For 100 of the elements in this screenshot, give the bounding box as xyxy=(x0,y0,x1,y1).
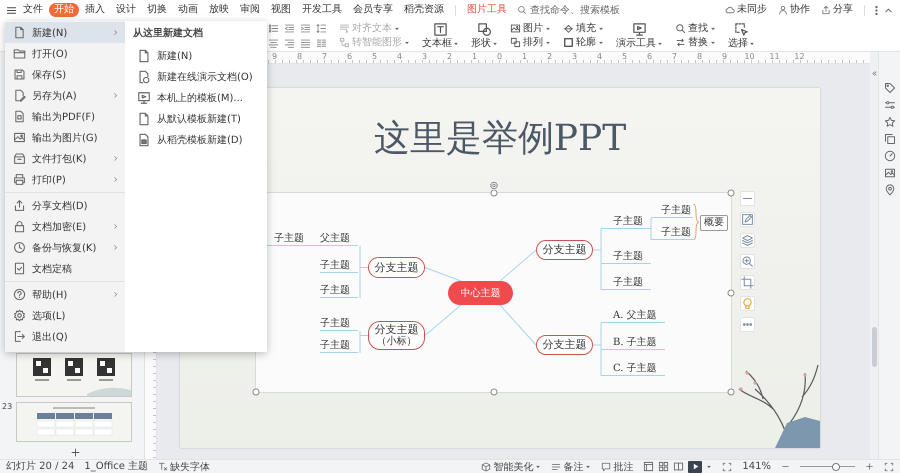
submenu-item[interactable]: 新建(N) xyxy=(125,45,267,66)
fit-window-icon[interactable] xyxy=(884,462,894,472)
menu-item[interactable]: 文件打包(K) xyxy=(5,148,125,169)
scrollbar-thumb[interactable] xyxy=(872,327,876,367)
more-icon[interactable] xyxy=(740,317,755,332)
menu-tab[interactable]: 开发工具 xyxy=(297,3,347,17)
menu-item[interactable]: 打印(P) xyxy=(5,169,125,190)
branch-topic[interactable]: 分支主题 xyxy=(536,240,593,260)
branch-topic[interactable]: 分支主题 （小标） xyxy=(368,321,425,350)
justify-icon[interactable] xyxy=(300,38,311,48)
menu-tab[interactable]: 视图 xyxy=(266,3,296,17)
ribbon-button[interactable]: 选择 xyxy=(726,22,757,50)
sliders-icon[interactable] xyxy=(884,99,896,111)
align-right-icon[interactable] xyxy=(284,38,295,48)
resize-handle[interactable] xyxy=(252,388,260,396)
comments-button[interactable]: 批注 xyxy=(601,460,634,473)
menu-tab[interactable]: 审阅 xyxy=(235,3,265,17)
menu-item[interactable]: 退出(Q) xyxy=(5,326,125,347)
menu-tab[interactable]: 文件 xyxy=(18,3,48,17)
subtopic[interactable]: 子主题 xyxy=(320,259,358,273)
subtopic[interactable]: 父主题 xyxy=(320,232,358,246)
subtopic[interactable]: 子主题 xyxy=(601,250,651,264)
menu-item[interactable]: 选项(L) xyxy=(5,305,125,326)
menu-item[interactable]: 帮助(H) xyxy=(5,284,125,305)
menu-item[interactable]: 分享文档(D) xyxy=(5,195,125,216)
align-center-icon[interactable] xyxy=(268,38,279,48)
search-field[interactable]: 查找命令、搜索模板 xyxy=(517,4,630,16)
menu-tab[interactable]: 稻壳资源 xyxy=(399,3,449,17)
toolbar-action-button[interactable]: 未同步 xyxy=(720,3,772,17)
menu-item[interactable]: 保存(S) xyxy=(5,64,125,85)
numbered-list-icon[interactable] xyxy=(268,22,279,34)
branch-topic[interactable]: 分支主题 xyxy=(536,335,593,355)
menu-tab[interactable]: 动画 xyxy=(173,3,203,17)
ribbon-button[interactable]: 图片 xyxy=(508,22,553,34)
lightbulb-icon[interactable] xyxy=(740,296,755,311)
resize-handle[interactable] xyxy=(728,289,734,296)
text-columns-icon[interactable] xyxy=(316,38,327,48)
menu-item[interactable]: 打开(O) xyxy=(5,43,125,64)
image-icon[interactable] xyxy=(884,167,896,179)
menu-tab[interactable]: 放映 xyxy=(204,3,234,17)
subtopic[interactable]: C. 子主题 xyxy=(601,362,665,376)
ribbon-button[interactable]: 轮廓 xyxy=(561,36,606,48)
play-button[interactable] xyxy=(688,460,702,472)
slide-sorter-icon[interactable] xyxy=(658,461,670,472)
menu-item[interactable]: 文档定稿 xyxy=(5,258,125,279)
resize-handle[interactable] xyxy=(728,190,734,196)
zoom-fit-icon[interactable] xyxy=(722,462,732,472)
subtopic[interactable]: 子主题 xyxy=(651,204,693,218)
collapse-panel-icon[interactable] xyxy=(870,70,878,77)
toolbar-action-button[interactable]: 分享 xyxy=(816,3,858,17)
subtopic[interactable]: 子主题 xyxy=(601,276,651,290)
menu-tab[interactable]: 插入 xyxy=(80,3,110,17)
edit-icon[interactable] xyxy=(740,212,755,227)
menu-item[interactable]: 输出为PDF(F) xyxy=(5,106,125,127)
subtopic[interactable]: A. 父主题 xyxy=(601,309,665,323)
caret-down-icon[interactable] xyxy=(706,464,712,470)
submenu-item[interactable]: 本机上的模板(M)... xyxy=(125,87,267,108)
menu-item[interactable]: 另存为(A) xyxy=(5,85,125,106)
subtopic[interactable]: 子主题 xyxy=(320,339,358,353)
star-icon[interactable] xyxy=(884,116,896,128)
subtopic[interactable]: B. 子主题 xyxy=(601,336,665,350)
reading-view-icon[interactable] xyxy=(673,461,684,472)
ribbon-button[interactable]: 排列 xyxy=(508,36,553,48)
subtopic[interactable]: 子主题 xyxy=(320,317,358,331)
menu-tab[interactable]: 设计 xyxy=(111,3,141,17)
copy-icon[interactable] xyxy=(884,133,896,145)
resize-handle[interactable] xyxy=(490,190,497,196)
branch-topic[interactable]: 分支主题 xyxy=(368,257,425,278)
subtopic[interactable]: 子主题 xyxy=(601,215,651,229)
summary-label[interactable]: 概要 xyxy=(700,215,728,231)
outdent-icon[interactable] xyxy=(284,22,295,34)
submenu-item[interactable]: 从默认模板新建(T) xyxy=(125,108,267,129)
gauge-icon[interactable] xyxy=(884,150,896,162)
menu-tab[interactable]: 会员专享 xyxy=(348,3,398,17)
location-pin-icon[interactable] xyxy=(884,184,896,196)
smart-beautify-button[interactable]: 智能美化 xyxy=(481,460,542,473)
crop-icon[interactable] xyxy=(740,275,755,290)
layers-icon[interactable] xyxy=(740,233,755,248)
ribbon-button[interactable]: 填充 xyxy=(561,22,606,34)
menu-item[interactable]: 新建(N) xyxy=(5,22,125,43)
menu-item[interactable]: 文档加密(E) xyxy=(5,216,125,237)
menu-icon[interactable] xyxy=(6,4,17,16)
toolbar-action-button[interactable]: 协作 xyxy=(773,3,815,17)
subtopic[interactable]: 子主题 xyxy=(320,284,358,298)
vertical-scrollbar[interactable] xyxy=(870,52,878,459)
resize-handle[interactable] xyxy=(490,388,497,396)
slider-thumb[interactable] xyxy=(832,462,840,470)
central-topic[interactable]: 中心主题 xyxy=(448,281,513,305)
resize-handle[interactable] xyxy=(728,388,734,396)
menu-item[interactable]: 输出为图片(G) xyxy=(5,127,125,148)
ribbon-button[interactable]: 查找 xyxy=(673,22,718,34)
ribbon-button[interactable]: 替换 xyxy=(673,36,718,48)
picture-tools-tab[interactable]: 图片工具 xyxy=(462,3,512,17)
missing-fonts-button[interactable]: 缺失字体 xyxy=(158,460,210,473)
submenu-item[interactable]: 从稻壳模板新建(D) xyxy=(125,129,267,150)
ribbon-button[interactable]: 演示工具 xyxy=(614,22,665,50)
line-spacing-icon[interactable] xyxy=(316,22,327,34)
collapse-icon[interactable] xyxy=(740,191,755,206)
subtopic[interactable]: 子主题 xyxy=(651,226,693,240)
ribbon-button[interactable]: 文本框 xyxy=(420,22,461,50)
